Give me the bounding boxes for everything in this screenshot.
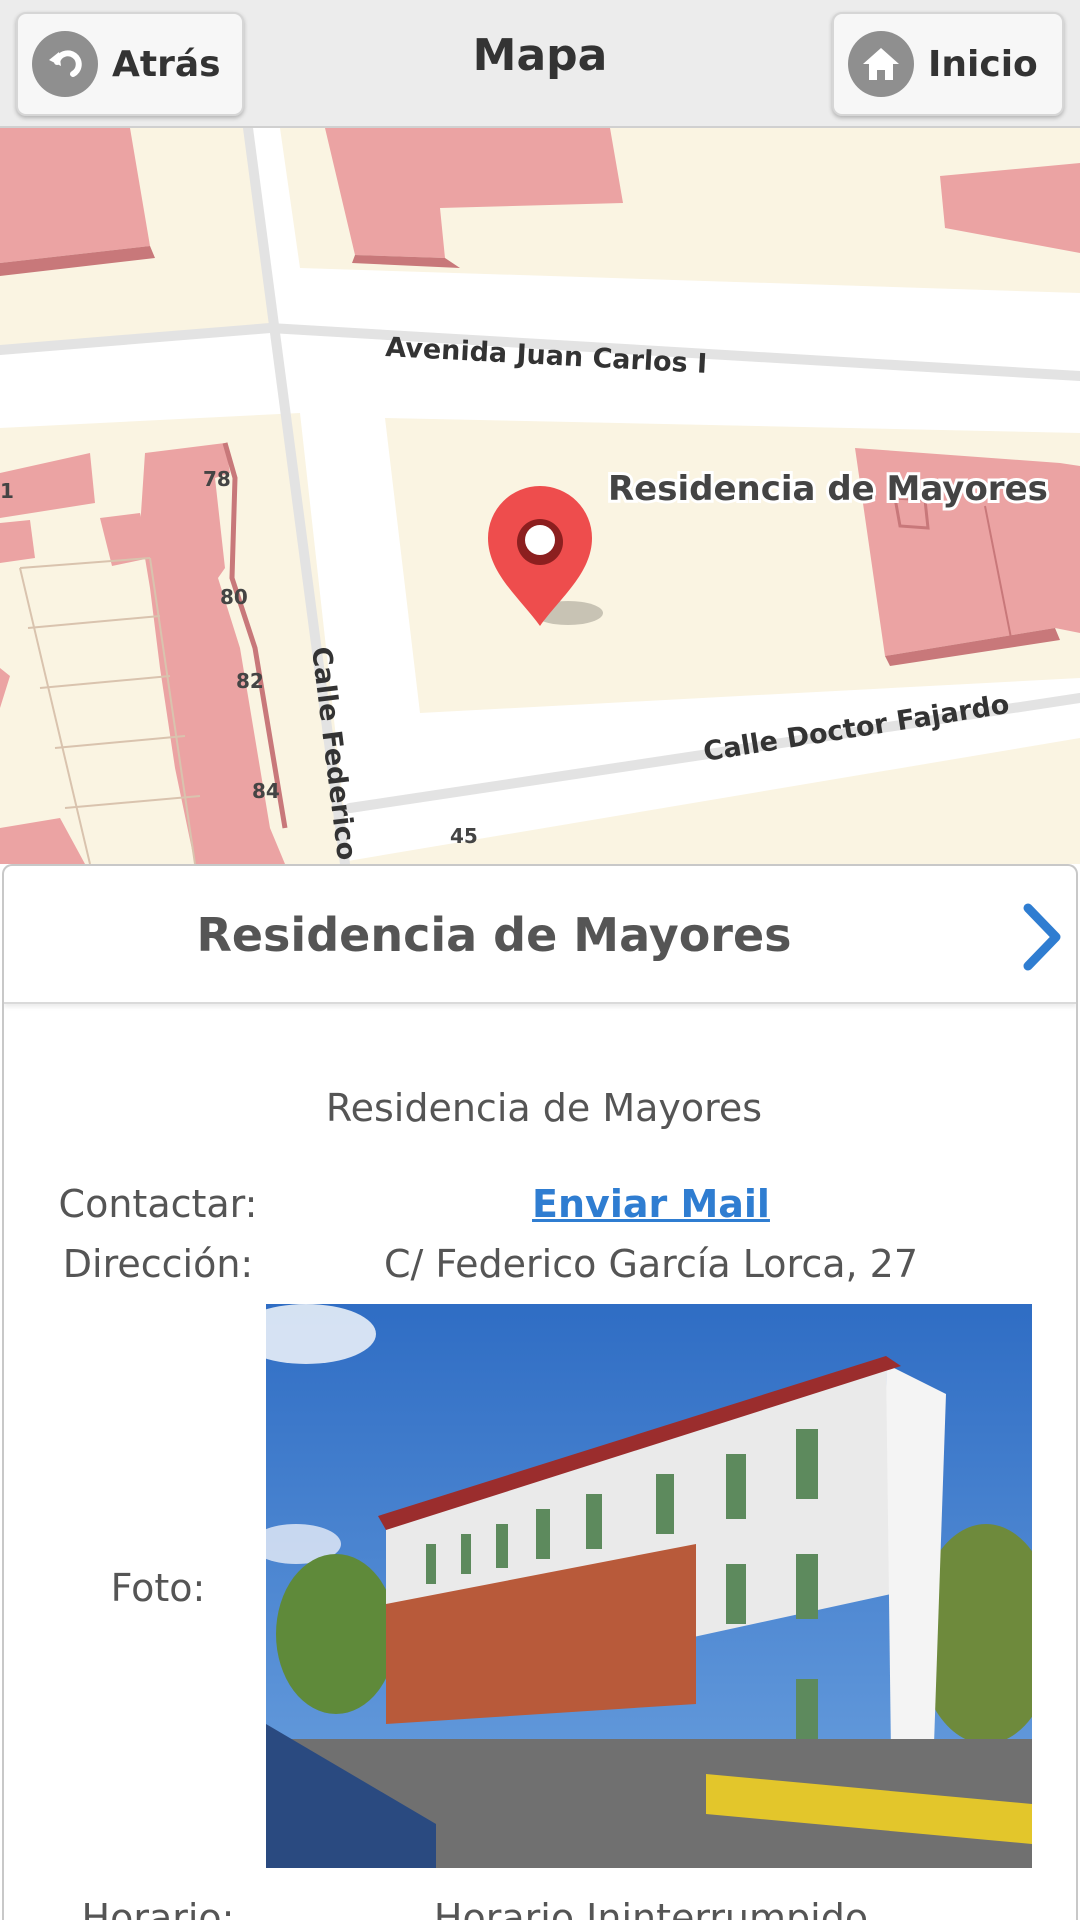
hours-label: Horario:	[81, 1896, 235, 1920]
top-bar: Atrás Mapa Inicio	[0, 0, 1080, 128]
place-label: Residencia de Mayores	[608, 469, 1048, 509]
send-mail-link[interactable]: Enviar Mail	[532, 1182, 770, 1226]
address-value: C/ Federico García Lorca, 27	[383, 1242, 919, 1286]
photo-label: Foto:	[110, 1566, 206, 1610]
address-label: Dirección:	[62, 1242, 254, 1286]
home-button-label: Inicio	[928, 43, 1038, 85]
detail-header[interactable]: Residencia de Mayores	[4, 866, 1076, 1004]
house-number-1: 1	[0, 479, 14, 503]
street-label-doctor-fajardo: Calle Doctor Fajardo	[701, 689, 1011, 768]
house-number-84: 84	[252, 779, 280, 803]
hours-value: Horario Ininterrumpido	[433, 1896, 869, 1920]
house-number-45: 45	[450, 824, 478, 848]
detail-title: Residencia de Mayores	[196, 908, 792, 962]
house-number-78: 78	[203, 467, 231, 491]
contact-label: Contactar:	[58, 1182, 258, 1226]
building-photo	[266, 1304, 1032, 1868]
home-icon	[848, 31, 914, 97]
chevron-right-icon[interactable]	[1010, 902, 1070, 972]
house-number-82: 82	[236, 669, 264, 693]
map-canvas: Avenida Juan Carlos I Calle Federico G C…	[0, 128, 1080, 864]
detail-subtitle: Residencia de Mayores	[325, 1086, 763, 1130]
home-button[interactable]: Inicio	[832, 12, 1064, 116]
detail-panel: Residencia de Mayores Residencia de Mayo…	[2, 864, 1078, 1920]
house-number-80: 80	[220, 585, 248, 609]
map-view[interactable]: Avenida Juan Carlos I Calle Federico G C…	[0, 128, 1080, 864]
street-label-juan-carlos: Avenida Juan Carlos I	[385, 332, 708, 380]
